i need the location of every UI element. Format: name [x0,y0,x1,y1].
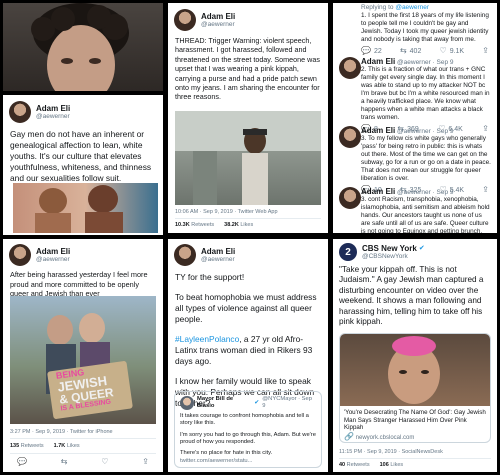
tweet-text: THREAD: Trigger Warning: violent speech,… [175,36,320,102]
retweet-icon: ⇆ [399,46,407,55]
quoted-text: There's no place for hate in this city. [180,450,273,457]
share-icon: ⇪ [482,46,489,55]
face-photo [31,3,129,91]
tweet-actions: 💬 22 ⇆ 402 ♡ 9.1K ⇪ [333,44,497,55]
avatar[interactable] [339,57,361,79]
cbs-logo-avatar[interactable]: 2 [339,243,357,261]
link-card[interactable]: 'You're Desecrating The Name Of God': Ga… [339,333,491,443]
like-button[interactable]: ♡ 9.1K [440,47,465,55]
tweet-paragraph: To beat homophobia we must address all t… [175,292,317,324]
avatar[interactable] [9,244,31,266]
tweet-text: Gay men do not have an inherent or genea… [10,129,152,183]
retweet-count[interactable]: 40 Retweets [339,462,370,468]
author-handle[interactable]: @aewerner [201,21,235,28]
heart-icon[interactable]: ♡ [101,458,108,466]
author-handle[interactable]: @CBSNewYork [362,253,425,260]
quoted-text: I'm sorry you had to go through this, Ad… [180,431,316,446]
avatar[interactable] [339,126,361,148]
author-name[interactable]: Adam Eli [36,104,70,113]
author-name[interactable]: Adam Eli [361,57,395,66]
author-name[interactable]: Adam Eli [201,12,235,21]
tweet-meta: 11:15 PM · Sep 9, 2019 · SocialNewsDesk [339,449,443,455]
quoted-tweet[interactable]: Mayor Bill de Blasio ✔ @NYCMayor · Sep 9… [174,391,322,468]
thread-tweet-4: 3. cont Racism, transphobia, xenophobia,… [361,196,490,233]
author-name[interactable]: CBS New York [362,244,417,253]
tweet-proud: Adam Eli @aewerner After being harassed … [3,239,163,472]
tweet-image[interactable] [13,183,158,233]
author-name[interactable]: Adam Eli [361,187,395,196]
tweet-video-thumbnail[interactable] [175,111,321,205]
avatar[interactable] [9,101,31,123]
author-name[interactable]: Adam Eli [201,247,235,256]
share-button[interactable]: ⇪ [482,47,489,55]
profile-photo-closeup [3,3,163,91]
author-name[interactable]: Adam Eli [361,126,395,135]
quoted-text: It takes courage to confront homophobia … [180,412,309,427]
street-scene [175,111,321,205]
tweet-meta: 10:06 AM · Sep 9, 2019 · Twitter Web App [175,209,278,215]
hashtag-link[interactable]: #LayleenPolanco [175,334,239,344]
quoted-author-name[interactable]: Mayor Bill de Blasio [197,396,251,411]
link-card-url: 🔗 newyork.cbslocal.com [344,431,415,441]
tweet-text: "Take your kippah off. This is not Judai… [339,265,484,327]
thread-tweet-2: 2. This is a fraction of what our trans … [361,66,490,121]
tweet-meta: 3:27 PM · Sep 9, 2019 · Twitter for iPho… [10,429,113,435]
avatar[interactable] [174,9,196,31]
avatar[interactable] [174,244,196,266]
tweet-meta: @aewerner · Sep 9 [397,128,454,135]
retweet-button[interactable]: ⇆ 402 [400,47,421,55]
author-handle[interactable]: @aewerner [36,256,70,263]
verified-icon: ✔ [254,400,260,407]
share-icon[interactable]: ⇪ [142,458,149,466]
reply-prefix: Replying to [361,4,394,11]
news-photo [388,336,440,404]
tweet-meta: @aewerner · Sep 9 [397,59,454,66]
tweet-image-sign[interactable]: BEING JEWISH & QUEER IS A BLESSING [10,296,156,424]
verified-icon: ✔ [418,245,425,252]
reply-button[interactable]: 💬 22 [361,47,382,55]
reply-icon: 💬 [361,46,371,55]
couple-photo [35,185,123,233]
tweet-meta: @aewerner · Sep 9 [397,189,454,196]
author-name[interactable]: Adam Eli [36,247,70,256]
thread-tweet-1: 1. I spent the first 18 years of my life… [361,12,489,43]
retweet-count[interactable]: 135 Retweets [10,443,44,449]
tweet-text: After being harassed yesterday I feel mo… [10,270,148,299]
sign-text: BEING JEWISH & QUEER IS A BLESSING [55,367,115,413]
like-count[interactable]: 106 Likes [380,462,404,468]
heart-icon: ♡ [439,46,447,55]
tweet-thread-start: Adam Eli @aewerner THREAD: Trigger Warni… [168,3,328,233]
link-card-title: 'You're Desecrating The Name Of God': Ga… [344,409,486,432]
link-card-image [340,334,490,406]
tweet-support: Adam Eli @aewerner TY for the support! T… [168,239,328,472]
tweet-culture: Adam Eli @aewerner Gay men do not have a… [3,95,163,235]
link-icon: 🔗 [344,431,354,441]
retweet-icon[interactable]: ⇆ [61,458,68,466]
reply-icon[interactable]: 💬 [17,458,27,466]
tweet-thread-replies: Replying to @aewerner 1. I spent the fir… [333,3,497,233]
avatar[interactable] [180,396,194,411]
retweet-count[interactable]: 10.3K Retweets [175,222,214,228]
like-count[interactable]: 1.7K Likes [54,443,80,449]
author-handle[interactable]: @aewerner [36,113,70,120]
thread-tweet-3: 3. To my fellow cis white gays who gener… [361,135,491,182]
quoted-author-handle: @NYCMayor · Sep 9 [262,396,312,410]
avatar[interactable] [339,187,361,209]
author-handle[interactable]: @aewerner [201,256,235,263]
tweet-paragraph: TY for the support! [175,272,245,282]
like-count[interactable]: 38.2K Likes [224,222,253,228]
tweet-news: 2 CBS New York ✔ @CBSNewYork "Take your … [333,239,497,472]
reply-to-link[interactable]: @aewerner [395,4,429,11]
quoted-link[interactable]: twitter.com/aewerner/statu... [180,458,316,465]
